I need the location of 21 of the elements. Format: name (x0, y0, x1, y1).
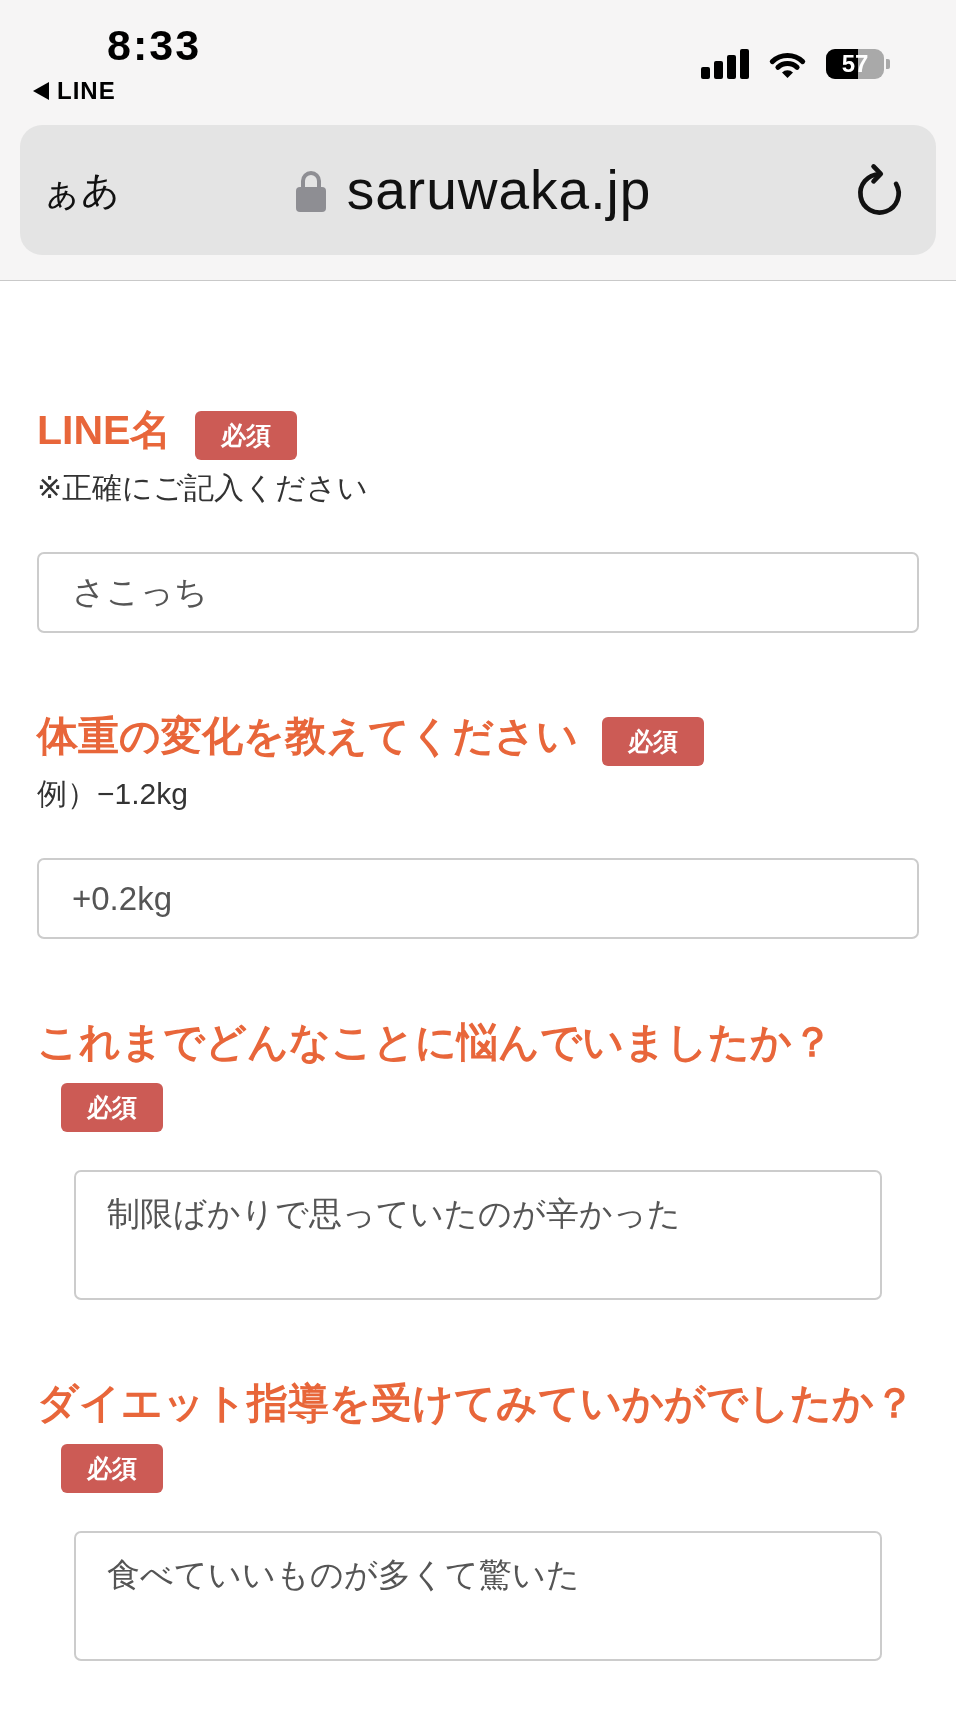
text-input-field[interactable]: さこっち (37, 552, 919, 633)
text-area-field[interactable]: 食べていいものが多くて驚いた (74, 1531, 882, 1661)
field-label: LINE名 (37, 406, 172, 455)
required-badge: 必須 (61, 1083, 163, 1132)
field-hint: 例）−1.2kg (37, 776, 189, 812)
lock-icon (295, 168, 326, 212)
status-time: 8:33 (107, 22, 202, 68)
text-input-field[interactable]: +0.2kg (37, 858, 919, 939)
required-badge: 必須 (602, 717, 704, 766)
field-label: ダイエット指導を受けてみていかがでしたか？ (37, 1379, 915, 1428)
text-area-field[interactable]: 制限ばかりで思っていたのが辛かった (74, 1170, 882, 1300)
required-badge: 必須 (61, 1444, 163, 1493)
url-text[interactable]: saruwaka.jp (346, 158, 652, 222)
field-hint: ※正確にご記入ください (37, 470, 370, 506)
required-badge: 必須 (195, 411, 298, 460)
cellular-signal-icon (701, 49, 749, 79)
back-button[interactable]: LINE (33, 79, 116, 103)
back-triangle-icon (33, 82, 49, 100)
field-label: これまでどんなことに悩んでいましたか？ (37, 1018, 833, 1067)
text-size-button[interactable]: ぁあ (42, 168, 120, 212)
field-label: 体重の変化を教えてください (37, 712, 578, 761)
